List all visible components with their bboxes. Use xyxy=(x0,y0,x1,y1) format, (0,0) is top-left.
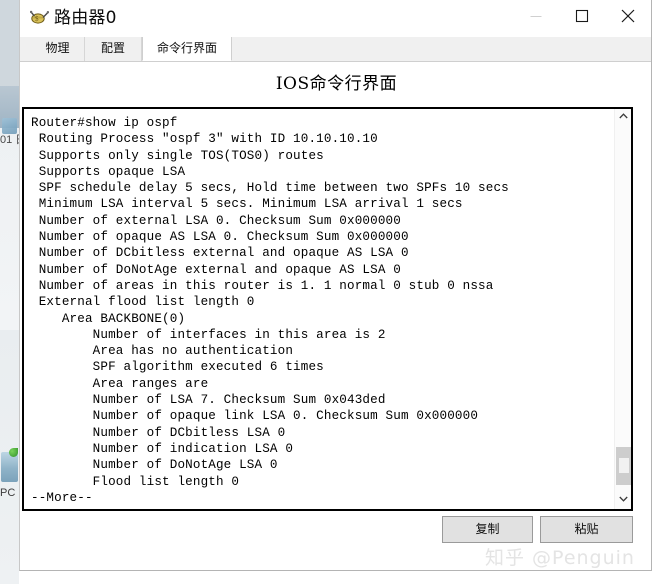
tab-physical[interactable]: 物理 xyxy=(31,37,85,61)
scrollbar-thumb[interactable] xyxy=(616,447,631,485)
tab-strip: 物理 配置 命令行界面 xyxy=(20,37,651,62)
cli-terminal[interactable]: Router#show ip ospf Routing Process "osp… xyxy=(22,107,633,511)
background-thumbnail-icon xyxy=(2,118,17,134)
title-bar: $ 路由器0 xyxy=(20,0,651,37)
page-title: IOS命令行界面 xyxy=(275,74,398,94)
chevron-up-icon xyxy=(619,113,628,119)
chevron-down-icon xyxy=(619,496,628,502)
paste-button[interactable]: 粘贴 xyxy=(540,516,633,543)
desktop-backdrop: 01 日记 PC P $ 路由器0 xyxy=(0,0,655,584)
background-lower-label: PC P xyxy=(0,487,19,499)
minimize-icon xyxy=(530,16,542,17)
close-button[interactable] xyxy=(605,0,651,30)
minimize-button[interactable] xyxy=(513,0,559,30)
terminal-vertical-scrollbar[interactable] xyxy=(614,109,631,509)
background-leaf-icon xyxy=(9,448,18,457)
svg-text:$: $ xyxy=(35,15,39,23)
tab-config[interactable]: 配置 xyxy=(85,37,142,61)
router-device-window: $ 路由器0 物理 配置 命令行界面 IOS命令行界面 Router#show … xyxy=(19,0,652,571)
maximize-button[interactable] xyxy=(559,0,605,30)
background-app-sliver: 01 日记 PC P xyxy=(0,0,19,584)
maximize-icon xyxy=(575,9,589,23)
tab-command-line-interface[interactable]: 命令行界面 xyxy=(142,37,232,61)
watermark: 知乎 @Penguin xyxy=(485,547,635,569)
scrollbar-thumb-grip xyxy=(619,458,629,473)
background-upper-label: 01 日记 xyxy=(0,134,19,146)
router-icon: $ xyxy=(29,9,50,27)
close-icon xyxy=(621,9,635,23)
scroll-down-button[interactable] xyxy=(615,492,631,509)
terminal-output-text: Router#show ip ospf Routing Process "osp… xyxy=(31,116,509,505)
copy-button[interactable]: 复制 xyxy=(442,516,533,543)
scroll-up-button[interactable] xyxy=(615,109,631,126)
window-title: 路由器0 xyxy=(54,8,117,28)
